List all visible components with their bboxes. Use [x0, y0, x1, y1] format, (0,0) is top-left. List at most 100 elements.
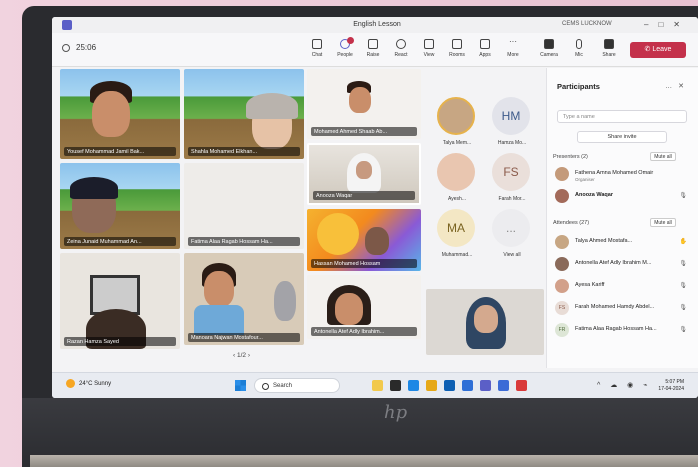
self-video-tile[interactable]	[426, 289, 544, 355]
avatar[interactable]: MA	[437, 209, 475, 247]
video-tile[interactable]: Fatima Alaa Ragab Hossam Ha...	[184, 163, 304, 249]
mic-icon: 🎙	[679, 193, 687, 199]
shield-icon	[62, 43, 70, 52]
mic-icon	[576, 39, 582, 49]
video-tile[interactable]: Antonella Atef Adly Ibrahim...	[307, 275, 421, 339]
participant-row[interactable]: Ayesa Kariff 🎙	[555, 278, 693, 296]
share-label: Share	[602, 52, 616, 58]
tile-name: Mohamed Ahmed Shaab Ab...	[311, 127, 417, 136]
chat-button[interactable]: Chat	[304, 39, 330, 58]
video-tile[interactable]: Yousef Mohammad Jamil Bak...	[60, 69, 180, 159]
avatar-name: Ayesh...	[448, 196, 466, 202]
app-icon[interactable]	[462, 380, 473, 391]
mute-all-attendees-button[interactable]: Mute all	[650, 218, 676, 227]
rooms-button[interactable]: Rooms	[444, 39, 470, 58]
panel-title: Participants	[557, 82, 600, 91]
face	[204, 271, 234, 307]
windows-start-icon[interactable]	[235, 380, 246, 391]
tile-name: Fatima Alaa Ragab Hossam Ha...	[188, 237, 300, 246]
avatar	[555, 235, 569, 249]
participant-name: Talya Ahmed Mostafa...	[575, 238, 633, 244]
tile-name: Manoara Najwan Mostafour...	[188, 333, 300, 342]
mute-all-button[interactable]: Mute all	[650, 152, 676, 161]
avatar-name: View all	[503, 252, 521, 258]
time: 5:07 PM	[665, 379, 684, 385]
mic-button[interactable]: Mic	[566, 39, 592, 58]
tile-name: Anooza Waqar	[313, 191, 415, 200]
files-icon[interactable]	[372, 380, 383, 391]
participant-row[interactable]: Anooza Waqar 🎙	[555, 188, 693, 206]
avatar[interactable]	[437, 97, 475, 135]
taskbar-search[interactable]: Search	[254, 378, 340, 393]
video-tile[interactable]: Shahla Mohamed Elkhan...	[184, 69, 304, 159]
participant-search-input[interactable]: Type a name	[557, 110, 687, 123]
camera-button[interactable]: Camera	[536, 39, 562, 58]
sun-icon	[66, 379, 75, 388]
hand-icon: ✋	[679, 239, 687, 245]
pager-text: 1/2	[236, 352, 247, 359]
video-tile[interactable]: Zeina Junaid Muhammad An...	[60, 163, 180, 249]
weather-widget[interactable]: 24°C Sunny	[66, 379, 111, 388]
share-invite-button[interactable]: Share invite	[577, 131, 667, 143]
share-button[interactable]: Share	[596, 39, 622, 58]
react-button[interactable]: React	[388, 39, 414, 58]
avatar[interactable]: FS	[492, 153, 530, 191]
mic-off-icon: 🎙	[679, 283, 687, 289]
avatar[interactable]	[437, 153, 475, 191]
window-controls[interactable]: –□✕	[644, 20, 690, 29]
rooms-label: Rooms	[449, 52, 465, 58]
view-button[interactable]: View	[416, 39, 442, 58]
windows-taskbar: 24°C Sunny Search ^ ☁ ◉ ⌁ 5:07 PM 17-04-2…	[52, 372, 698, 398]
face	[356, 161, 372, 179]
avatar-name: Farah Mor...	[498, 196, 526, 202]
video-tile[interactable]: Hassan Mohamed Hossam	[307, 209, 421, 271]
chat-label: Chat	[311, 52, 323, 58]
app-icon[interactable]	[390, 380, 401, 391]
attendees-header[interactable]: Attendees (27)	[553, 220, 589, 226]
balloon	[317, 213, 359, 255]
grid-pager[interactable]: ‹ 1/2 ›	[233, 352, 250, 359]
tile-name: Antonella Atef Adly Ibrahim...	[311, 327, 417, 336]
system-tray[interactable]: ^ ☁ ◉ ⌁	[597, 381, 651, 389]
edge-icon[interactable]	[408, 380, 419, 391]
people-button[interactable]: People	[332, 37, 358, 58]
video-tile-active[interactable]: Anooza Waqar	[307, 143, 421, 205]
share-icon	[604, 39, 614, 49]
participant-row[interactable]: FS Farah Mohamed Hamdy Abdel... 🎙	[555, 300, 693, 318]
taskbar-clock[interactable]: 5:07 PM 17-04-2024	[658, 379, 684, 393]
participant-row[interactable]: Fathena Amna Mohamed Omair Organiser	[555, 166, 693, 184]
app-icon[interactable]	[498, 380, 509, 391]
leave-label: Leave	[652, 46, 672, 53]
leave-button[interactable]: ✆ Leave	[630, 42, 686, 58]
video-tile[interactable]: Mohamed Ahmed Shaab Ab...	[307, 69, 421, 139]
people-label: People	[337, 52, 353, 58]
hp-logo: hp	[384, 402, 408, 423]
store-icon[interactable]	[444, 380, 455, 391]
app-icon[interactable]	[516, 380, 527, 391]
participant-row[interactable]: Talya Ahmed Mostafa... ✋	[555, 234, 693, 252]
smile-icon	[396, 39, 406, 49]
tile-name: Shahla Mohamed Elkhan...	[188, 147, 300, 156]
raise-button[interactable]: Raise	[360, 39, 386, 58]
panel-controls[interactable]: …✕	[665, 82, 690, 90]
teams-icon[interactable]	[480, 380, 491, 391]
folder-icon[interactable]	[426, 380, 437, 391]
meeting-toolbar: 25:06 Chat People Raise React View Rooms…	[52, 33, 698, 67]
participant-row[interactable]: FR Fatima Alaa Ragab Hossam Ha... 🎙	[555, 322, 693, 340]
view-label: View	[423, 52, 435, 58]
mic-off-icon: 🎙	[679, 261, 687, 267]
avatar	[555, 189, 569, 203]
view-all-avatar[interactable]: ...	[492, 209, 530, 247]
more-button[interactable]: ··· More	[500, 38, 526, 59]
presenters-header[interactable]: Presenters (2)	[553, 154, 588, 160]
participant-row[interactable]: Antonella Atef Adly Ibrahim M... 🎙	[555, 256, 693, 274]
title-bar: English Lesson CEMS LUCKNOW –□✕	[52, 17, 698, 33]
hand-icon	[368, 39, 378, 49]
raise-label: Raise	[366, 52, 380, 58]
avatar[interactable]: HM	[492, 97, 530, 135]
video-tile[interactable]: Manoara Najwan Mostafour...	[184, 253, 304, 345]
mic-off-icon: 🎙	[679, 305, 687, 311]
video-tile[interactable]: Razan Hamza Sayed	[60, 253, 180, 349]
apps-button[interactable]: Apps	[472, 39, 498, 58]
camera-label: Camera	[540, 52, 558, 58]
